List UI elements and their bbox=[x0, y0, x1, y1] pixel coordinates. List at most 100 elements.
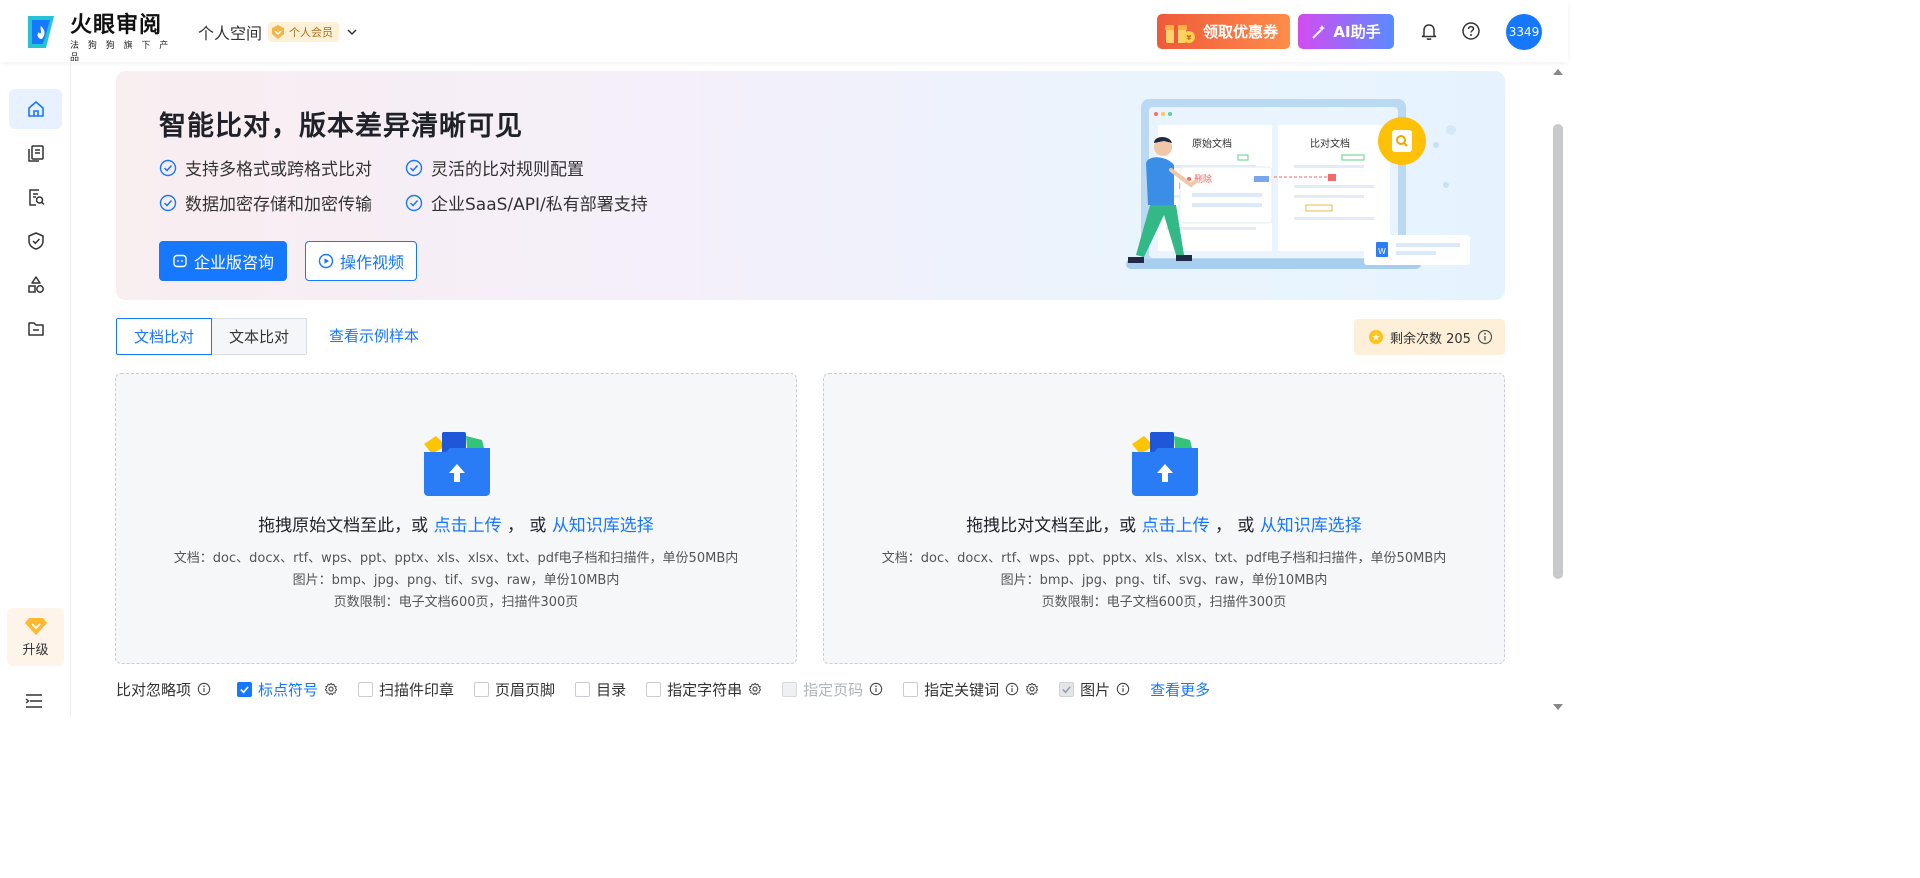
upload-compare-dropzone[interactable]: 拖拽比对文档至此，或 点击上传 ， 或 从知识库选择 文档：doc、docx、r… bbox=[823, 373, 1505, 664]
logo-title: 火眼审阅 bbox=[70, 13, 163, 38]
collapse-menu-icon[interactable] bbox=[24, 692, 44, 710]
member-badge: 个人会员 bbox=[268, 22, 340, 42]
workspace-name: 个人空间 bbox=[198, 24, 263, 43]
view-more-link[interactable]: 查看更多 bbox=[1150, 679, 1210, 700]
checkbox-disabled bbox=[782, 681, 798, 697]
check-circle-icon bbox=[405, 159, 423, 176]
sidebar-item-files[interactable] bbox=[9, 309, 62, 349]
gear-icon[interactable] bbox=[1025, 682, 1039, 696]
workspace-switcher[interactable]: 个人空间 个人会员 bbox=[198, 18, 359, 46]
feature-label: 企业SaaS/API/私有部署支持 bbox=[431, 195, 648, 215]
info-icon[interactable] bbox=[1005, 682, 1019, 696]
checkbox[interactable] bbox=[646, 681, 662, 697]
scroll-up-arrow-icon[interactable] bbox=[1552, 68, 1564, 76]
ai-assistant-button[interactable]: AI助手 bbox=[1298, 14, 1394, 49]
coupon-button[interactable]: ¥ 领取优惠券 bbox=[1157, 14, 1290, 49]
bell-icon[interactable] bbox=[1419, 21, 1439, 41]
chat-icon bbox=[173, 254, 187, 268]
documents-icon bbox=[27, 145, 44, 162]
info-icon[interactable] bbox=[197, 682, 211, 696]
info-icon[interactable] bbox=[869, 682, 883, 696]
option-label: 指定页码 bbox=[803, 680, 864, 699]
select-from-knowledge-base-link[interactable]: 从知识库选择 bbox=[1260, 516, 1362, 536]
check-icon bbox=[1062, 685, 1071, 693]
supported-doc-formats: 文档：doc、docx、rtf、wps、ppt、pptx、xls、xlsx、tx… bbox=[173, 551, 739, 566]
checkbox[interactable] bbox=[474, 681, 490, 697]
illus-compare-text: 比对文档 bbox=[1310, 137, 1350, 150]
ignore-option-punctuation[interactable]: 标点符号 bbox=[237, 679, 338, 700]
sidebar-item-home[interactable] bbox=[9, 89, 62, 129]
ignore-option-scan-seal[interactable]: 扫描件印章 bbox=[358, 679, 454, 700]
select-from-knowledge-base-link[interactable]: 从知识库选择 bbox=[552, 516, 654, 536]
ignore-options-heading: 比对忽略项 bbox=[116, 679, 211, 700]
gift-icon: ¥ bbox=[1165, 25, 1195, 43]
view-sample-link[interactable]: 查看示例样本 bbox=[329, 325, 419, 346]
feature-label: 数据加密存储和加密传输 bbox=[185, 195, 372, 215]
option-label: 指定关键词 bbox=[924, 680, 1000, 699]
option-label: 标点符号 bbox=[258, 680, 319, 699]
member-badge-label: 个人会员 bbox=[289, 26, 334, 39]
chevron-down-icon[interactable] bbox=[345, 25, 359, 39]
feature-label: 支持多格式或跨格式比对 bbox=[185, 160, 372, 180]
remaining-quota: 剩余次数 205 bbox=[1354, 319, 1505, 355]
sidebar-item-documents[interactable] bbox=[9, 133, 62, 173]
document-search-icon bbox=[28, 189, 45, 206]
hero-banner: 智能比对，版本差异清晰可见 支持多格式或跨格式比对 灵活的比对规则配置 数据加密… bbox=[116, 71, 1505, 300]
tutorial-video-label: 操作视频 bbox=[339, 253, 404, 272]
page-limit-note: 页数限制：电子文档600页，扫描件300页 bbox=[333, 595, 579, 610]
avatar[interactable]: 3349 bbox=[1506, 14, 1542, 50]
enterprise-consult-button[interactable]: 企业版咨询 bbox=[159, 241, 287, 281]
click-upload-link[interactable]: 点击上传 bbox=[434, 516, 502, 536]
top-header: 火眼审阅 法 狗 狗 旗 下 产 品 个人空间 个人会员 ¥ 领取优惠券 AI助… bbox=[0, 0, 1568, 63]
ignore-options-label: 比对忽略项 bbox=[116, 680, 192, 699]
sidebar-item-review[interactable] bbox=[9, 177, 62, 217]
upload-folder-icon bbox=[424, 432, 490, 496]
tab-document-compare[interactable]: 文档比对 bbox=[116, 318, 213, 355]
diamond-badge-icon bbox=[272, 25, 285, 39]
checkbox[interactable] bbox=[903, 681, 919, 697]
banner-title: 智能比对，版本差异清晰可见 bbox=[159, 111, 523, 142]
tab-text-compare[interactable]: 文本比对 bbox=[212, 318, 308, 355]
sidebar-item-tools[interactable] bbox=[9, 265, 62, 305]
upload-prompt-text: 拖拽原始文档至此，或 bbox=[258, 516, 429, 536]
sidebar-item-security[interactable] bbox=[9, 221, 62, 261]
info-icon[interactable] bbox=[1116, 682, 1130, 696]
ignore-options-row: 比对忽略项 标点符号 扫描件印章 页眉页脚 目录 指定字符串 指定页码 指定关键… bbox=[116, 678, 1210, 700]
logo-subtitle: 法 狗 狗 旗 下 产 品 bbox=[70, 41, 172, 63]
gear-icon[interactable] bbox=[748, 682, 762, 696]
help-icon[interactable] bbox=[1461, 21, 1481, 41]
checkbox[interactable] bbox=[575, 681, 591, 697]
feature-item: 灵活的比对规则配置 bbox=[405, 155, 584, 180]
scroll-down-arrow-icon[interactable] bbox=[1552, 703, 1564, 711]
upgrade-label: 升级 bbox=[22, 643, 49, 658]
ignore-option-specified-string[interactable]: 指定字符串 bbox=[646, 679, 762, 700]
shapes-icon bbox=[27, 276, 44, 293]
click-upload-link[interactable]: 点击上传 bbox=[1142, 516, 1210, 536]
checkbox[interactable] bbox=[358, 681, 374, 697]
page-limit-note: 页数限制：电子文档600页，扫描件300页 bbox=[1041, 595, 1287, 610]
option-label: 扫描件印章 bbox=[379, 680, 455, 699]
enterprise-consult-label: 企业版咨询 bbox=[193, 253, 274, 272]
scroll-thumb[interactable] bbox=[1553, 124, 1563, 579]
ignore-option-specified-keyword[interactable]: 指定关键词 bbox=[903, 679, 1039, 700]
ignore-option-toc[interactable]: 目录 bbox=[575, 679, 626, 700]
checkbox-checked[interactable] bbox=[237, 681, 253, 697]
gear-icon[interactable] bbox=[324, 682, 338, 696]
upgrade-button[interactable]: 升级 bbox=[7, 608, 64, 666]
coin-icon bbox=[1369, 330, 1383, 344]
ai-assistant-label: AI助手 bbox=[1333, 23, 1381, 41]
illus-original-text: 原始文档 bbox=[1192, 137, 1232, 150]
ignore-option-header-footer[interactable]: 页眉页脚 bbox=[474, 679, 555, 700]
option-label: 页眉页脚 bbox=[495, 680, 556, 699]
info-icon[interactable] bbox=[1477, 329, 1493, 345]
logo[interactable]: 火眼审阅 法 狗 狗 旗 下 产 品 bbox=[24, 12, 184, 63]
upload-original-dropzone[interactable]: 拖拽原始文档至此，或 点击上传 ， 或 从知识库选择 文档：doc、docx、r… bbox=[115, 373, 797, 664]
play-circle-icon bbox=[318, 253, 334, 269]
coupon-label: 领取优惠券 bbox=[1202, 23, 1278, 41]
page-scrollbar[interactable] bbox=[1548, 62, 1568, 717]
feature-label: 灵活的比对规则配置 bbox=[431, 160, 584, 180]
tutorial-video-button[interactable]: 操作视频 bbox=[305, 241, 417, 281]
remaining-quota-label: 剩余次数 205 bbox=[1390, 331, 1471, 347]
feature-item: 支持多格式或跨格式比对 bbox=[159, 155, 372, 180]
supported-doc-formats: 文档：doc、docx、rtf、wps、ppt、pptx、xls、xlsx、tx… bbox=[881, 551, 1447, 566]
